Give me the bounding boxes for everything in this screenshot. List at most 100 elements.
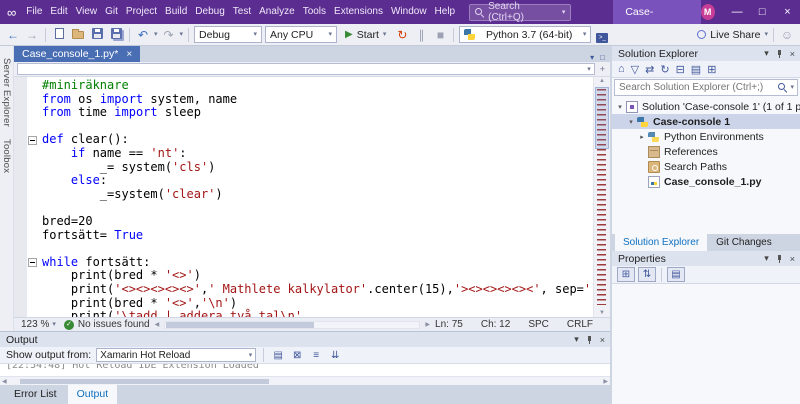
properties-icon[interactable]: ⊞ [707, 63, 716, 76]
zoom-control[interactable]: 123 % ▾ [18, 319, 59, 330]
toolbox-tab[interactable]: Toolbox [1, 139, 12, 173]
panel-tab-output[interactable]: Output [67, 385, 118, 404]
column-indicator[interactable]: Ch: 12 [481, 319, 510, 330]
close-icon[interactable]: × [790, 254, 795, 264]
scroll-left-icon[interactable]: ◀ [2, 378, 7, 385]
expander-open-icon[interactable]: ▾ [615, 103, 625, 111]
tree-item[interactable]: Search Paths [612, 159, 800, 174]
tree-item[interactable]: ▾ Case-console 1 [612, 114, 800, 129]
solution-search-input[interactable] [615, 82, 776, 93]
horizontal-scrollbar[interactable] [164, 320, 421, 329]
code-line[interactable] [28, 120, 592, 134]
line-ending-indicator[interactable]: CRLF [567, 319, 593, 330]
menu-edit[interactable]: Edit [47, 0, 70, 24]
show-all-files-icon[interactable]: ▤ [691, 63, 701, 76]
editor-scrollbar[interactable]: ▲ ▼ [593, 77, 610, 317]
chevron-down-icon[interactable]: ▾ [574, 334, 579, 345]
pin-icon[interactable] [585, 335, 594, 345]
navigate-forward-icon[interactable]: → [24, 25, 40, 45]
hot-reload-icon[interactable]: ↻ [394, 25, 410, 45]
code-line[interactable]: #miniräknare [28, 79, 592, 93]
chevron-down-icon[interactable]: ▾ [154, 31, 158, 38]
expander-closed-icon[interactable]: ▸ [637, 133, 647, 141]
tree-item[interactable]: References [612, 144, 800, 159]
stop-icon[interactable]: ■ [432, 25, 448, 45]
menu-project[interactable]: Project [123, 0, 160, 24]
split-editor-icon[interactable]: + [600, 64, 605, 74]
save-all-icon[interactable] [108, 25, 124, 45]
code-line[interactable]: while fortsätt: [28, 255, 592, 270]
categorized-icon[interactable]: ⊞ [617, 267, 635, 282]
line-indicator[interactable]: Ln: 75 [435, 319, 463, 330]
close-icon[interactable]: × [600, 335, 605, 345]
panel-tab-error-list[interactable]: Error List [5, 385, 66, 404]
menu-tools[interactable]: Tools [300, 0, 329, 24]
undo-icon[interactable]: ↶ [135, 25, 151, 45]
navigate-back-icon[interactable]: ← [5, 25, 21, 45]
alphabetical-icon[interactable]: ⇅ [638, 267, 656, 282]
menu-analyze[interactable]: Analyze [256, 0, 298, 24]
fold-collapse-icon[interactable] [28, 258, 37, 268]
menu-test[interactable]: Test [230, 0, 254, 24]
scroll-right-icon[interactable]: ▶ [425, 321, 430, 328]
account-avatar[interactable]: M [700, 4, 715, 20]
float-window-icon[interactable]: □ [600, 53, 605, 62]
new-file-icon[interactable] [51, 25, 67, 45]
code-line[interactable]: fortsätt= True [28, 228, 592, 243]
document-tab[interactable]: Case_console_1.py* × [14, 46, 141, 62]
tree-item[interactable]: ▾ Solution 'Case-console 1' (1 of 1 proje… [612, 99, 800, 114]
collapse-all-icon[interactable]: ⊟ [676, 63, 685, 76]
code-line[interactable]: bred=20 [28, 214, 592, 229]
code-line[interactable] [28, 242, 592, 256]
code-line[interactable]: if name == 'nt': [28, 146, 592, 161]
menu-git[interactable]: Git [102, 0, 121, 24]
chevron-down-icon[interactable]: ▾ [764, 253, 769, 264]
sync-with-active-document-icon[interactable]: ⇄ [645, 63, 654, 76]
refresh-icon[interactable]: ↻ [660, 63, 669, 76]
code-line[interactable]: def clear(): [28, 133, 592, 147]
scroll-left-icon[interactable]: ◀ [155, 321, 160, 328]
scrollbar-track[interactable] [9, 378, 602, 384]
navigation-dropdown[interactable]: ▾ [17, 63, 595, 75]
scroll-right-icon[interactable]: ▶ [603, 378, 608, 385]
chevron-down-icon[interactable]: ▾ [790, 84, 794, 91]
output-horizontal-scrollbar[interactable]: ◀ ▶ [0, 376, 610, 385]
solution-configurations-dropdown[interactable]: Debug ▾ [194, 26, 263, 43]
code-line[interactable]: from os import system, name [28, 92, 592, 107]
chevron-down-icon[interactable]: ▾ [764, 48, 769, 59]
menu-window[interactable]: Window [388, 0, 430, 24]
messages-list-icon[interactable]: ▤ [271, 350, 285, 361]
filter-icon[interactable]: ▽ [631, 63, 639, 76]
menu-debug[interactable]: Debug [192, 0, 227, 24]
feedback-smiley-icon[interactable]: ☺ [779, 25, 795, 45]
scrollbar-thumb[interactable] [20, 378, 270, 384]
menu-file[interactable]: File [23, 0, 45, 24]
code-line[interactable] [28, 201, 592, 215]
menu-extensions[interactable]: Extensions [331, 0, 386, 24]
breakpoint-margin[interactable] [14, 77, 27, 317]
code-line[interactable]: print('\tadd | addera två tal\n', [28, 309, 592, 317]
live-share-button[interactable]: Live Share ▾ [697, 29, 768, 41]
code-editor[interactable]: #miniräknare from os import system, name f… [28, 79, 592, 317]
quick-search-box[interactable]: Search (Ctrl+Q) ▾ [469, 1, 572, 23]
output-log[interactable]: [22:54:48] Hot Reload IDE Extension Load… [0, 364, 610, 376]
close-icon[interactable]: × [790, 49, 795, 59]
save-icon[interactable] [89, 25, 105, 45]
code-line[interactable]: _= system('cls') [28, 160, 592, 175]
server-explorer-tab[interactable]: Server Explorer [1, 58, 12, 127]
clear-all-icon[interactable]: ⊠ [290, 350, 304, 361]
maximize-button[interactable]: □ [750, 0, 775, 24]
minimize-button[interactable]: — [725, 0, 750, 24]
code-line[interactable]: print(bred * '<>','\n') [28, 296, 592, 311]
close-tab-icon[interactable]: × [126, 49, 132, 60]
spaces-indicator[interactable]: SPC [528, 319, 549, 330]
word-wrap-icon[interactable]: ≡ [309, 350, 323, 361]
code-line[interactable]: else: [28, 173, 592, 188]
code-line[interactable]: _=system('clear') [28, 187, 592, 202]
close-button[interactable]: × [775, 0, 800, 24]
pin-icon[interactable] [775, 49, 784, 59]
tree-item[interactable]: ▸ Python Environments [612, 129, 800, 144]
tool-tab-git-changes[interactable]: Git Changes [708, 234, 780, 251]
menu-build[interactable]: Build [162, 0, 190, 24]
code-line[interactable]: from time import sleep [28, 105, 592, 120]
